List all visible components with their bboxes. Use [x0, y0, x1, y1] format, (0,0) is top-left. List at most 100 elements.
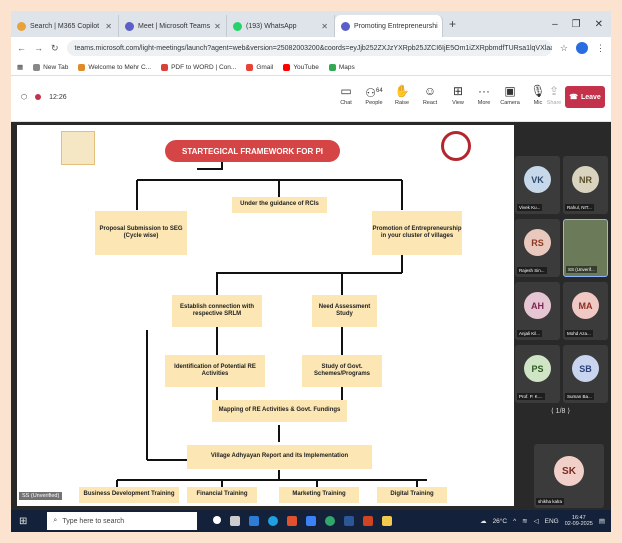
word-icon[interactable] — [344, 516, 355, 526]
meeting-timer: 12:26 — [49, 93, 67, 101]
bookmark-item[interactable]: New Tab — [33, 63, 68, 71]
participant-tile[interactable]: SK shikha kalra — [534, 444, 604, 508]
proposal-box: Proposal Submission to SEG (Cycle wise) — [95, 211, 187, 255]
bookmark-item[interactable]: Maps — [328, 63, 355, 71]
store-icon[interactable] — [249, 516, 260, 526]
lang-label[interactable]: ENG — [545, 518, 559, 525]
bookmark-item[interactable]: Gmail — [246, 63, 273, 71]
close-icon[interactable]: ✕ — [214, 22, 221, 31]
windows-taskbar: ⊞ ⌕ Type here to search ☁ 26°C ^ ≋ ◁ ENG … — [11, 510, 611, 532]
kebab-menu-icon[interactable]: ⋮ — [596, 43, 605, 54]
notification-icon[interactable]: ▤ — [599, 517, 605, 525]
participant-name: Anjali Kil... — [517, 330, 543, 337]
reload-icon[interactable]: ↻ — [51, 43, 59, 54]
chat-button[interactable]: ▭ Chat — [333, 82, 359, 106]
back-icon[interactable]: ← — [17, 43, 26, 53]
participant-tile[interactable]: NR Rahul, NIT... — [563, 156, 608, 214]
view-button[interactable]: ⊞ View — [445, 82, 471, 106]
share-button[interactable]: ⇪ Share — [541, 82, 567, 106]
bookmark-item[interactable]: Welcome to Mehr C... — [78, 63, 151, 71]
avatar: MA — [572, 292, 599, 319]
raise-button[interactable]: ✋ Raise — [389, 82, 415, 106]
url-input[interactable]: teams.microsoft.com/light-meetings/launc… — [66, 40, 552, 56]
training-box: Digital Training — [377, 487, 447, 503]
edge-icon[interactable] — [268, 516, 279, 526]
promotion-box: Promotion of Entrepreneurship in your cl… — [372, 211, 462, 255]
recording-indicator — [35, 94, 42, 100]
browser-tab[interactable]: Meet | Microsoft Teams ✕ — [119, 15, 227, 37]
weather-icon[interactable]: ☁ — [480, 517, 487, 525]
tab-label: (193) WhatsApp — [246, 22, 297, 30]
weather-temp[interactable]: 26°C — [493, 518, 508, 525]
participant-tile[interactable]: PS Prof. P. K.... — [515, 345, 560, 403]
participant-tile[interactable]: RS Rajesh Sin... — [515, 219, 560, 277]
participant-name: SS (Unverif... — [566, 266, 597, 273]
more-icon: ··· — [478, 84, 490, 98]
avatar: AH — [524, 292, 551, 319]
window-close-icon[interactable]: ✕ — [595, 19, 603, 30]
tab-label: Meet | Microsoft Teams — [138, 22, 211, 30]
windows-start-icon[interactable]: ⊞ — [19, 516, 27, 527]
close-icon[interactable]: ✕ — [442, 22, 443, 31]
training-box: Business Development Training — [79, 487, 179, 503]
participant-name: shikha kalra — [536, 498, 565, 505]
meeting-stage: STARTEGICAL FRAMEWORK FOR PI Under the g… — [11, 122, 611, 510]
office-icon[interactable] — [287, 516, 298, 526]
chrome-icon[interactable] — [325, 516, 336, 526]
star-icon[interactable]: ☆ — [560, 43, 568, 54]
avatar: SB — [572, 355, 599, 382]
more-button[interactable]: ··· More — [471, 82, 497, 106]
taskbar-clock[interactable]: 16:47 02-09-2025 — [565, 515, 593, 527]
copilot-icon — [17, 21, 26, 31]
slide-title: STARTEGICAL FRAMEWORK FOR PI — [165, 140, 340, 162]
shield-icon: ⬡ — [21, 94, 28, 101]
new-tab-button[interactable]: + — [449, 17, 456, 31]
minimize-icon[interactable]: – — [552, 19, 558, 30]
bookmark-item[interactable]: PDF to WORD | Con... — [161, 63, 236, 71]
whatsapp-icon — [233, 21, 242, 31]
bookmark-item[interactable]: YouTube — [283, 63, 319, 71]
establish-box: Establish connection with respective SRL… — [172, 295, 262, 327]
leave-button[interactable]: ☎ Leave — [565, 86, 605, 108]
wifi-icon[interactable]: ≋ — [522, 517, 527, 525]
camera-button[interactable]: ▣ Camera — [497, 82, 523, 106]
browser-tab-active[interactable]: Promoting Entrepreneurshi ✕ — [335, 15, 443, 37]
people-button[interactable]: ⚇64 People — [361, 82, 387, 106]
participant-name: Prof. P. K.... — [517, 393, 545, 400]
browser-tab[interactable]: Search | M365 Copilot ✕ — [11, 15, 119, 37]
need-assessment-box: Need Assessment Study — [312, 295, 377, 327]
mail-icon[interactable] — [306, 516, 317, 526]
profile-avatar[interactable] — [576, 42, 588, 54]
participant-tile[interactable]: AH Anjali Kil... — [515, 282, 560, 340]
tab-label: Search | M365 Copilot — [30, 22, 100, 30]
react-button[interactable]: ☺ React — [417, 82, 443, 106]
grid-icon: ⊞ — [452, 84, 464, 98]
phone-icon: ☎ — [569, 94, 578, 101]
teams-icon — [341, 21, 350, 31]
volume-icon[interactable]: ◁ — [534, 517, 539, 525]
participant-video-tile[interactable]: SS (Unverif... — [563, 219, 608, 277]
browser-tab[interactable]: (193) WhatsApp ✕ — [227, 15, 335, 37]
gallery-pager[interactable]: ⟨ 1/8 ⟩ — [551, 407, 570, 415]
close-icon[interactable]: ✕ — [105, 22, 112, 31]
tray-chevron-icon[interactable]: ^ — [513, 518, 516, 525]
widgets-icon[interactable] — [230, 516, 241, 526]
participant-tile[interactable]: MA Mohd Aza... — [563, 282, 608, 340]
avatar: VK — [524, 166, 551, 193]
powerpoint-icon[interactable] — [363, 516, 374, 526]
explorer-icon[interactable] — [382, 516, 393, 526]
forward-icon[interactable]: → — [34, 43, 43, 53]
maximize-icon[interactable]: ❐ — [572, 19, 581, 30]
tab-label: Promoting Entrepreneurshi — [354, 22, 438, 30]
institute-logo — [441, 131, 471, 161]
close-icon[interactable]: ✕ — [321, 22, 328, 31]
participant-tile[interactable]: VK Vivek Ku... — [515, 156, 560, 214]
participant-tile[interactable]: SB Suman Ba... — [563, 345, 608, 403]
taskbar-search[interactable]: ⌕ Type here to search — [47, 512, 198, 530]
training-box: Financial Training — [187, 487, 257, 503]
task-view-icon[interactable] — [213, 516, 222, 524]
share-icon: ⇪ — [548, 84, 560, 98]
apps-icon[interactable]: ▦ — [17, 63, 23, 71]
guidance-box: Under the guidance of RCIs — [232, 197, 327, 213]
hand-icon: ✋ — [394, 84, 410, 98]
